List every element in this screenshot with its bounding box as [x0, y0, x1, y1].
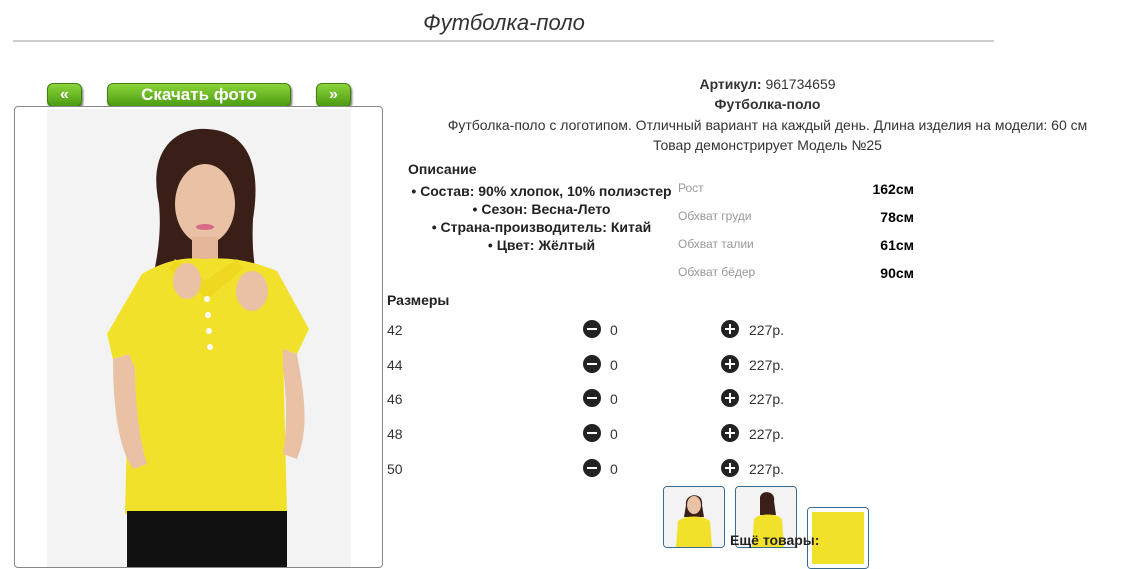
measurement-value: 162см: [872, 181, 914, 197]
size-price: 227р.: [749, 426, 785, 442]
measurement-row: Обхват талии 61см: [678, 237, 914, 253]
description-item: Состав: 90% хлопок, 10% полиэстер: [404, 182, 679, 200]
size-quantity: 0: [610, 461, 618, 477]
sizes-heading: Размеры: [387, 292, 450, 308]
model-note: Товар демонстрирует Модель №25: [653, 137, 882, 153]
size-label: 42: [387, 322, 403, 338]
description-heading: Описание: [408, 161, 477, 177]
plus-circle-icon[interactable]: [721, 355, 739, 373]
size-price: 227р.: [749, 322, 785, 338]
description-item: Страна-производитель: Китай: [404, 218, 679, 236]
size-row: 50 0 227р.: [387, 459, 807, 479]
size-label: 46: [387, 391, 403, 407]
product-photo: [47, 109, 351, 567]
measurement-label: Обхват бёдер: [678, 265, 756, 279]
measurement-row: Обхват бёдер 90см: [678, 265, 914, 281]
size-quantity: 0: [610, 426, 618, 442]
size-row: 44 0 227р.: [387, 355, 807, 375]
size-label: 44: [387, 357, 403, 373]
size-price: 227р.: [749, 357, 785, 373]
minus-circle-icon[interactable]: [583, 355, 601, 373]
measurement-label: Обхват талии: [678, 237, 754, 251]
minus-circle-icon[interactable]: [583, 424, 601, 442]
title-divider: [13, 40, 994, 42]
page-title: Футболка-поло: [423, 10, 585, 35]
product-photo-frame: [14, 106, 383, 568]
measurement-label: Рост: [678, 181, 704, 195]
article-line: Артикул: 961734659: [435, 76, 1100, 92]
size-label: 50: [387, 461, 403, 477]
size-price: 227р.: [749, 461, 785, 477]
measurement-row: Рост 162см: [678, 181, 914, 197]
measurement-row: Обхват груди 78см: [678, 209, 914, 225]
measurement-value: 78см: [880, 209, 914, 225]
plus-circle-icon[interactable]: [721, 320, 739, 338]
size-row: 46 0 227р.: [387, 389, 807, 409]
size-quantity: 0: [610, 391, 618, 407]
article-label: Артикул:: [699, 76, 762, 92]
size-price: 227р.: [749, 391, 785, 407]
size-quantity: 0: [610, 357, 618, 373]
download-photo-button[interactable]: Скачать фото: [107, 83, 291, 107]
next-photo-button[interactable]: »: [316, 83, 351, 107]
size-row: 48 0 227р.: [387, 424, 807, 444]
plus-circle-icon[interactable]: [721, 424, 739, 442]
measurement-value: 90см: [880, 265, 914, 281]
thumbnail-1[interactable]: [663, 486, 725, 548]
size-quantity: 0: [610, 322, 618, 338]
description-item: Сезон: Весна-Лето: [404, 200, 679, 218]
size-row: 42 0 227р.: [387, 320, 807, 340]
minus-circle-icon[interactable]: [583, 320, 601, 338]
description-list: Состав: 90% хлопок, 10% полиэстер Сезон:…: [404, 182, 679, 254]
plus-circle-icon[interactable]: [721, 459, 739, 477]
description-item: Цвет: Жёлтый: [404, 236, 679, 254]
minus-circle-icon[interactable]: [583, 389, 601, 407]
article-value: 961734659: [765, 76, 836, 92]
more-products-heading: Ещё товары:: [730, 532, 820, 548]
minus-circle-icon[interactable]: [583, 459, 601, 477]
prev-photo-button[interactable]: «: [47, 83, 82, 107]
plus-circle-icon[interactable]: [721, 389, 739, 407]
thumbnail-image: [664, 487, 724, 547]
size-label: 48: [387, 426, 403, 442]
measurement-value: 61см: [880, 237, 914, 253]
product-description: Футболка-поло с логотипом. Отличный вари…: [447, 117, 1088, 133]
product-name: Футболка-поло: [714, 96, 821, 112]
measurement-label: Обхват груди: [678, 209, 752, 223]
